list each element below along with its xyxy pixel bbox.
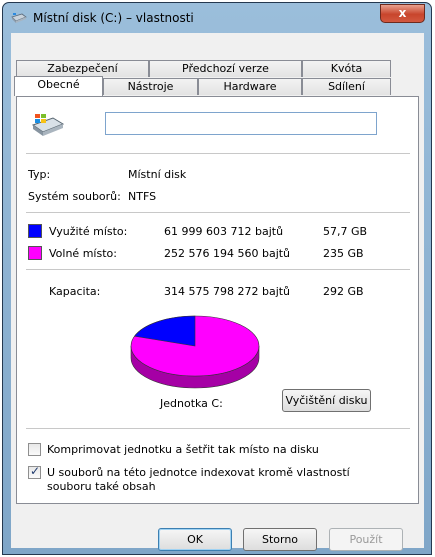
drive-large-icon	[31, 114, 65, 136]
tab-general[interactable]: Obecné	[14, 76, 103, 96]
free-space-label: Volné místo:	[49, 247, 117, 260]
usage-pie-chart	[130, 315, 260, 389]
window-title: Místní disk (C:) – vlastnosti	[33, 11, 194, 25]
tab-quota[interactable]: Kvóta	[302, 60, 391, 77]
ok-button[interactable]: OK	[158, 528, 232, 551]
compress-label: Komprimovat jednotku a šetřit tak místo …	[47, 443, 319, 456]
tab-previous-versions[interactable]: Předchozí verze	[149, 60, 302, 77]
used-space-swatch	[28, 224, 42, 238]
capacity-bytes: 314 575 798 272 bajtů	[164, 285, 291, 298]
dialog-client: Zabezpečení Předchozí verze Kvóta Obecné…	[11, 33, 424, 551]
used-space-size: 57,7 GB	[323, 225, 368, 238]
used-space-label: Využité místo:	[49, 225, 128, 238]
close-button[interactable]: x	[380, 4, 425, 23]
filesystem-label: Systém souborů:	[28, 190, 121, 203]
drive-letter-label: Jednotka C:	[160, 397, 223, 410]
cancel-button[interactable]: Storno	[243, 528, 317, 551]
type-label: Typ:	[28, 168, 51, 181]
tab-tools[interactable]: Nástroje	[103, 78, 198, 95]
title-bar[interactable]: Místní disk (C:) – vlastnosti x	[3, 3, 431, 33]
drive-icon	[11, 13, 27, 23]
separator	[26, 212, 410, 213]
filesystem-value: NTFS	[128, 190, 157, 203]
separator	[26, 153, 410, 154]
free-space-size: 235 GB	[323, 247, 364, 260]
type-value: Místní disk	[128, 168, 187, 181]
general-tab-panel: Typ: Místní disk Systém souborů: NTFS Vy…	[16, 96, 419, 504]
free-space-bytes: 252 576 194 560 bajtů	[164, 247, 291, 260]
separator	[26, 428, 410, 429]
apply-button[interactable]: Použít	[329, 528, 403, 551]
tab-hardware[interactable]: Hardware	[198, 78, 302, 95]
index-label-line2: souboru také obsah	[47, 480, 156, 493]
compress-checkbox[interactable]	[28, 443, 41, 456]
separator	[26, 269, 410, 270]
index-label-line1: U souborů na této jednotce indexovat kro…	[47, 466, 350, 479]
free-space-swatch	[28, 246, 42, 260]
volume-name-input[interactable]	[105, 112, 377, 135]
disk-cleanup-button[interactable]: Vyčištění disku	[282, 389, 371, 412]
used-space-bytes: 61 999 603 712 bajtů	[164, 225, 284, 238]
capacity-size: 292 GB	[323, 285, 364, 298]
tab-sharing[interactable]: Sdílení	[302, 78, 391, 95]
tab-security[interactable]: Zabezpečení	[16, 60, 149, 77]
properties-window: Místní disk (C:) – vlastnosti x Zabezpeč…	[2, 2, 432, 555]
capacity-label: Kapacita:	[49, 285, 101, 298]
index-checkbox[interactable]: ✓	[28, 464, 41, 479]
